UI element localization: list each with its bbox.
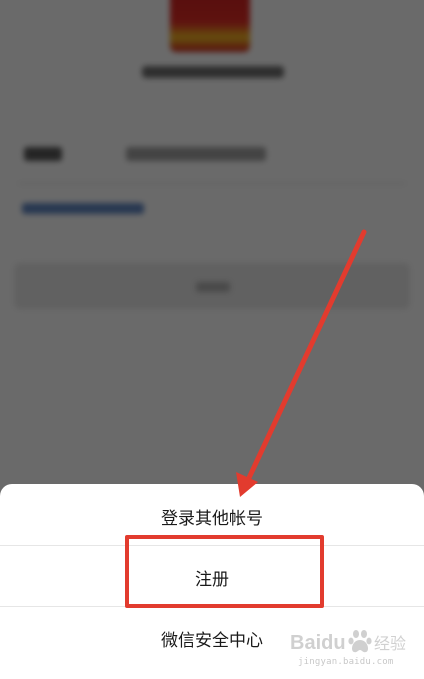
action-sheet: 登录其他帐号 注册 微信安全中心 — [0, 484, 424, 679]
screen: 登录其他帐号 注册 微信安全中心 Baidu 经验 jingyan.baidu.… — [0, 0, 424, 679]
register-label: 注册 — [195, 569, 229, 590]
sheet-divider — [0, 606, 424, 607]
wechat-security-center-label: 微信安全中心 — [161, 630, 263, 651]
login-other-account-label: 登录其他帐号 — [161, 508, 263, 529]
wechat-security-center-button[interactable]: 微信安全中心 — [0, 608, 424, 668]
sheet-divider — [0, 545, 424, 546]
login-other-account-button[interactable]: 登录其他帐号 — [0, 486, 424, 546]
register-button[interactable]: 注册 — [0, 547, 424, 607]
